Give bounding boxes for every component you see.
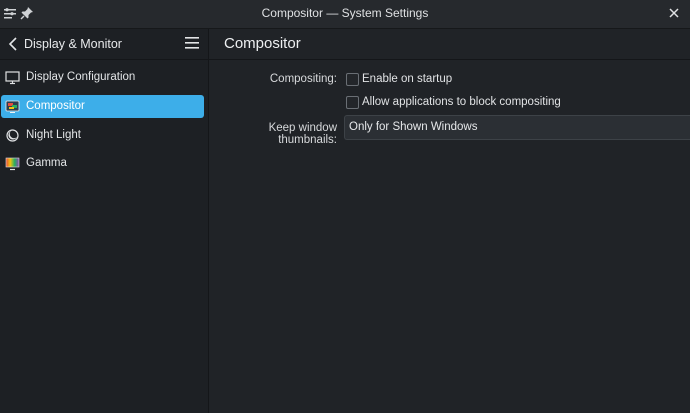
allow-block-compositing-label[interactable]: Allow applications to block compositing [362, 96, 561, 108]
back-arrow-icon[interactable] [6, 35, 22, 53]
gamma-icon [5, 157, 20, 171]
sidebar-item-compositor[interactable]: Compositor [1, 95, 204, 118]
sidebar-item-gamma[interactable]: Gamma [1, 152, 204, 175]
sidebar-item-display-configuration[interactable]: Display Configuration [1, 66, 204, 89]
sidebar-item-label: Display Configuration [26, 71, 136, 83]
title-bar: Compositor — System Settings [0, 0, 690, 29]
sidebar-item-label: Gamma [26, 157, 67, 169]
sidebar-title: Display & Monitor [24, 37, 122, 51]
thumbnails-label: Keep window thumbnails: [268, 122, 337, 146]
sidebar: Display & Monitor Display Configuration … [0, 29, 209, 413]
monitor-icon [5, 71, 20, 85]
window-title: Compositor — System Settings [261, 6, 429, 20]
page-header: Compositor [209, 29, 690, 60]
compositor-icon [5, 100, 20, 113]
enable-on-startup-checkbox[interactable] [346, 73, 359, 86]
allow-block-compositing-checkbox[interactable] [346, 96, 359, 109]
sidebar-item-night-light[interactable]: Night Light [1, 124, 204, 147]
enable-on-startup-label[interactable]: Enable on startup [362, 73, 452, 85]
compositing-label: Compositing: [269, 73, 337, 85]
hamburger-menu-icon[interactable] [185, 37, 199, 49]
thumbnails-dropdown[interactable]: Only for Shown Windows [344, 115, 690, 140]
sidebar-header: Display & Monitor [0, 29, 208, 60]
sidebar-item-label: Compositor [26, 100, 85, 112]
close-window-icon[interactable] [666, 5, 682, 21]
thumbnails-dropdown-value: Only for Shown Windows [349, 121, 478, 133]
night-light-icon [6, 129, 19, 142]
page-title: Compositor [224, 35, 301, 52]
main-panel: Compositor Compositing: Enable on startu… [209, 29, 690, 413]
sidebar-item-label: Night Light [26, 129, 81, 141]
